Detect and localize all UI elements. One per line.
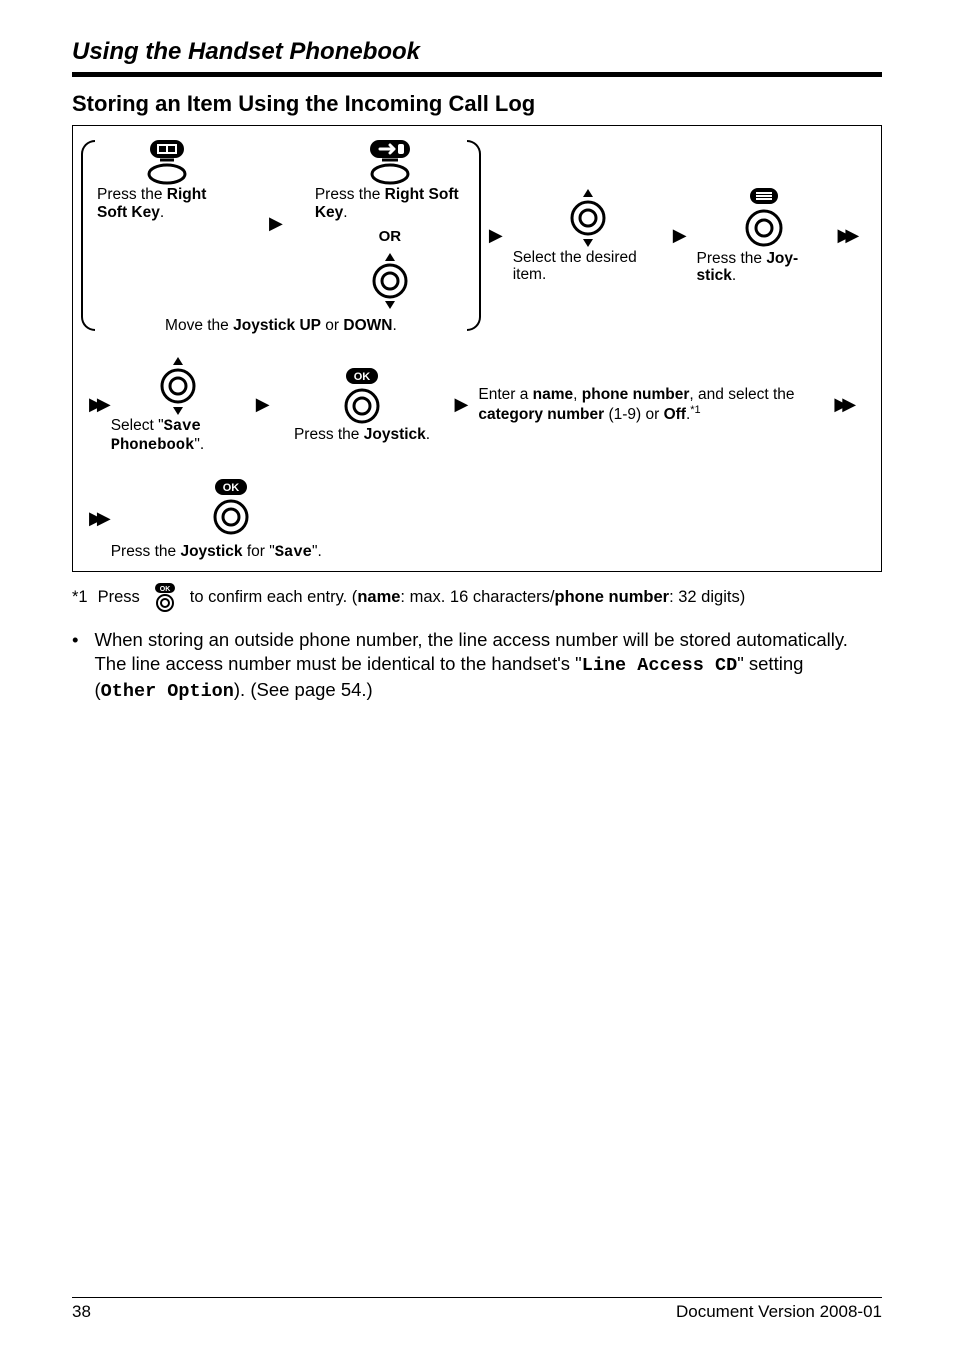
joystick-ok-icon: OK (202, 477, 260, 537)
joystick-ok-icon: OK (150, 582, 180, 612)
arrow-right-icon: ▶ (259, 213, 293, 234)
press-joystick-caption: Press the Joy-stick. (697, 250, 832, 286)
joystick-ok-icon: OK (333, 366, 391, 426)
page-subtitle: Storing an Item Using the Incoming Call … (72, 91, 882, 117)
svg-text:OK: OK (354, 371, 371, 383)
right-soft-key-icon (140, 136, 194, 186)
footnote-1: *1 Press OK to confirm each entry. (name… (72, 582, 882, 612)
page-number: 38 (72, 1302, 91, 1322)
select-item-caption: Select the desired item. (513, 249, 663, 285)
press-joystick2-caption: Press the Joystick. (294, 426, 430, 444)
step-1a-caption: Press the Right Soft Key. (97, 186, 237, 222)
select-save-phonebook-caption: Select "Save Phonebook". (111, 417, 246, 455)
or-label: OR (379, 228, 402, 245)
joystick-updown-icon (365, 251, 415, 311)
heading-rule (72, 72, 882, 77)
joystick-updown-icon (153, 355, 203, 417)
continue-arrow-icon: ▶▶ (83, 394, 111, 415)
procedure-diagram: Press the Right Soft Key. ▶ (72, 125, 882, 572)
step-1b-caption: Press the Right Soft Key. (315, 186, 465, 222)
continue-arrow-icon: ▶▶ (828, 394, 856, 415)
press-joystick-save-caption: Press the Joystick for "Save". (111, 543, 322, 562)
curly-brace-left (81, 140, 95, 331)
section-header: Using the Handset Phonebook (72, 38, 882, 66)
continue-arrow-icon: ▶▶ (83, 508, 111, 529)
arrow-right-icon: ▶ (479, 225, 513, 246)
enter-details-caption: Enter a name, phone number, and select t… (478, 386, 828, 424)
joystick-menu-icon (737, 186, 791, 250)
joystick-updown-icon (563, 187, 613, 249)
option-group: Press the Right Soft Key. ▶ (83, 136, 479, 335)
svg-text:OK: OK (160, 586, 171, 593)
svg-text:OK: OK (223, 482, 240, 494)
curly-brace-right (467, 140, 481, 331)
doc-version: Document Version 2008-01 (676, 1302, 882, 1322)
continue-arrow-icon: ▶▶ (832, 225, 860, 246)
move-joystick-caption: Move the Joystick UP or DOWN. (165, 317, 397, 335)
note-bullet: • When storing an outside phone number, … (72, 628, 882, 704)
arrow-right-icon: ▶ (445, 394, 479, 415)
right-soft-key-arrow-icon (360, 136, 420, 186)
arrow-right-icon: ▶ (663, 225, 697, 246)
page-footer: 38 Document Version 2008-01 (72, 1297, 882, 1322)
arrow-right-icon: ▶ (246, 394, 280, 415)
